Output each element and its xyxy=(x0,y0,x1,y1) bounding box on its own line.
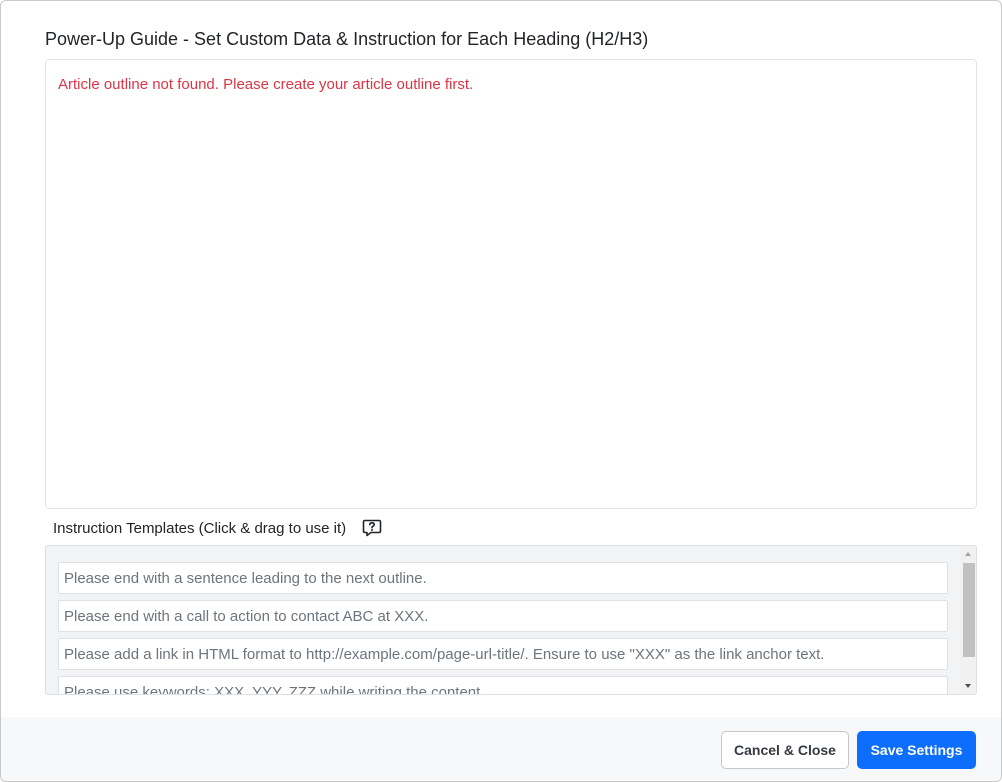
template-item[interactable]: Please end with a sentence leading to th… xyxy=(58,562,948,594)
modal-title: Power-Up Guide - Set Custom Data & Instr… xyxy=(45,29,649,49)
scroll-up-arrow-icon[interactable] xyxy=(965,552,971,556)
save-settings-button[interactable]: Save Settings xyxy=(857,731,976,769)
modal-footer: Cancel & Close Save Settings xyxy=(1,717,1001,781)
template-item[interactable]: Please add a link in HTML format to http… xyxy=(58,638,948,670)
templates-list: Please end with a sentence leading to th… xyxy=(58,562,948,694)
outline-error-message: Article outline not found. Please create… xyxy=(58,76,474,93)
template-item[interactable]: Please end with a call to action to cont… xyxy=(58,600,948,632)
templates-panel: Please end with a sentence leading to th… xyxy=(45,545,977,695)
help-speech-bubble-icon[interactable] xyxy=(362,518,382,538)
outline-container: Article outline not found. Please create… xyxy=(45,59,977,509)
scroll-thumb[interactable] xyxy=(963,563,975,657)
template-item[interactable]: Please use keywords: XXX, YYY, ZZZ while… xyxy=(58,676,948,694)
templates-header: Instruction Templates (Click & drag to u… xyxy=(53,517,382,539)
templates-scrollbar[interactable] xyxy=(960,546,976,694)
templates-label: Instruction Templates (Click & drag to u… xyxy=(53,519,347,537)
cancel-close-button[interactable]: Cancel & Close xyxy=(721,731,849,769)
scroll-down-arrow-icon[interactable] xyxy=(965,684,971,688)
power-up-guide-modal: Power-Up Guide - Set Custom Data & Instr… xyxy=(0,0,1002,782)
